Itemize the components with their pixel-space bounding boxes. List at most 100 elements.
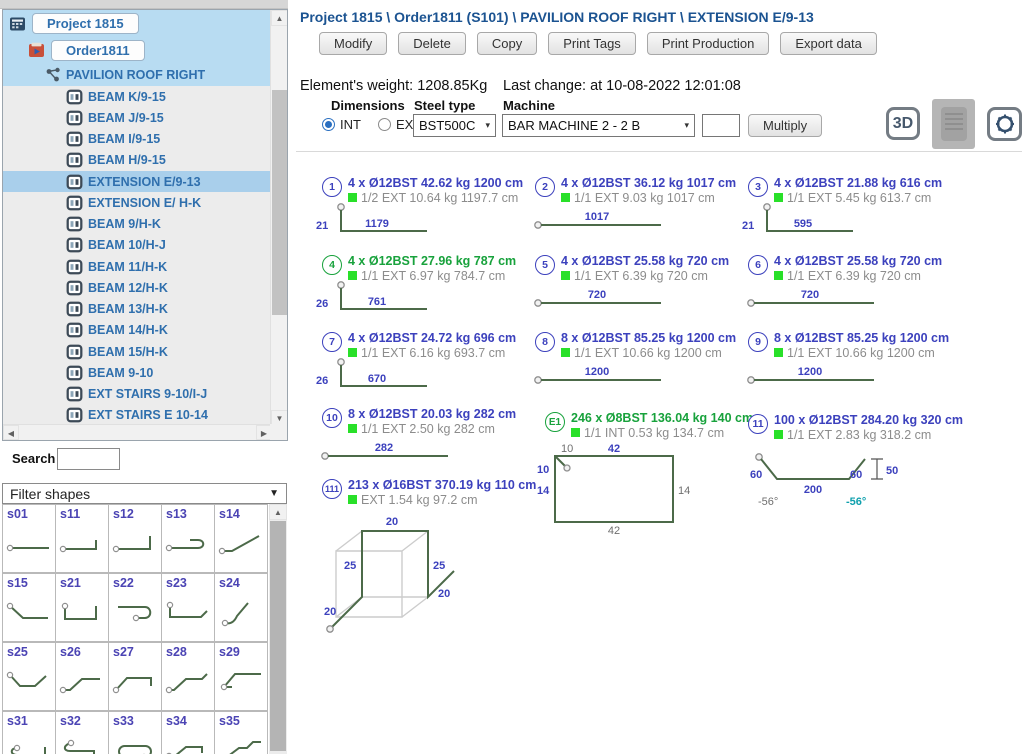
multiply-button[interactable]: Multiply — [748, 114, 822, 137]
bar-position-e1[interactable]: E1 246 x Ø8BST 136.04 kg 140 cm 1/1 INT … — [545, 411, 761, 536]
scroll-up-icon[interactable]: ▲ — [271, 10, 288, 26]
bar-shape-drawing: 10 10 42 14 14 42 — [535, 442, 693, 536]
shape-cell-s25[interactable]: s25 — [3, 642, 56, 711]
shape-cell-s11[interactable]: s11 — [56, 504, 109, 573]
shapes-vertical-scrollbar[interactable]: ▲ — [269, 504, 287, 754]
bar-position-8[interactable]: 8 8 x Ø12BST 85.25 kg 1200 cm 1/1 EXT 10… — [535, 331, 751, 388]
tree-item-beam-13-h-k[interactable]: BEAM 13/H-K — [3, 299, 287, 320]
position-badge: 5 — [535, 255, 555, 275]
settings-button[interactable] — [987, 107, 1022, 141]
bar-detail: 1/1 EXT 6.39 kg 720 cm — [774, 269, 964, 283]
int-radio-label: INT — [340, 117, 361, 132]
tree-item-ext-stairs-9-10[interactable]: EXT STAIRS 9-10/I-J — [3, 384, 287, 405]
print-production-button[interactable]: Print Production — [647, 32, 770, 55]
element-icon — [66, 386, 83, 402]
scrollbar-thumb[interactable] — [270, 521, 286, 751]
steel-type-select[interactable]: BST500C ▾ — [413, 114, 496, 137]
status-square-icon — [774, 271, 783, 280]
element-icon — [66, 344, 83, 360]
bar-position-9[interactable]: 9 8 x Ø12BST 85.25 kg 1200 cm 1/1 EXT 10… — [748, 331, 964, 388]
delete-button[interactable]: Delete — [398, 32, 466, 55]
tree-item-extension-e-9-13[interactable]: EXTENSION E/9-13 — [3, 171, 287, 192]
bar-shape-drawing: 282 — [320, 440, 455, 464]
bar-position-7[interactable]: 7 4 x Ø12BST 24.72 kg 696 cm 1/1 EXT 6.1… — [322, 331, 538, 395]
filter-shapes-dropdown[interactable]: Filter shapes ▼ — [2, 483, 287, 504]
shape-cell-s21[interactable]: s21 — [56, 573, 109, 642]
tree-item-beam-j-9-15[interactable]: BEAM J/9-15 — [3, 107, 287, 128]
export-data-button[interactable]: Export data — [780, 32, 877, 55]
bar-spec: 213 x Ø16BST 370.19 kg 110 cm — [348, 478, 538, 492]
tree-item-beam-14-h-k[interactable]: BEAM 14/H-K — [3, 320, 287, 341]
group-label: PAVILION ROOF RIGHT — [66, 68, 205, 82]
chevron-down-icon: ▾ — [679, 120, 689, 131]
bar-position-10[interactable]: 10 8 x Ø12BST 20.03 kg 282 cm 1/1 EXT 2.… — [322, 407, 538, 464]
tree-group-pavilion[interactable]: PAVILION ROOF RIGHT — [3, 63, 287, 86]
modify-button[interactable]: Modify — [319, 32, 387, 55]
status-square-icon — [348, 495, 357, 504]
bar-position-4[interactable]: 4 4 x Ø12BST 27.96 kg 787 cm 1/1 EXT 6.9… — [322, 254, 538, 318]
int-radio[interactable] — [322, 118, 335, 131]
shape-glyph-s27 — [111, 667, 159, 697]
shape-cell-s28[interactable]: s28 — [162, 642, 215, 711]
position-badge: 9 — [748, 332, 768, 352]
tree-item-extension-e-h-k[interactable]: EXTENSION E/ H-K — [3, 192, 287, 213]
tree-horizontal-scrollbar[interactable]: ◀ ▶ — [3, 424, 272, 440]
status-square-icon — [348, 348, 357, 357]
shape-cell-s13[interactable]: s13 — [162, 504, 215, 573]
order-node-button[interactable]: Order1811 — [51, 40, 145, 61]
bar-detail: EXT 1.54 kg 97.2 cm — [348, 493, 538, 507]
shape-cell-s15[interactable]: s15 — [3, 573, 56, 642]
bar-position-111[interactable]: 111 213 x Ø16BST 370.19 kg 110 cm EXT 1.… — [322, 478, 538, 641]
machine-select[interactable]: BAR MACHINE 2 - 2 B ▾ — [502, 114, 695, 137]
print-tags-button[interactable]: Print Tags — [548, 32, 636, 55]
view-3d-button[interactable]: 3D — [886, 107, 920, 140]
shape-cell-s22[interactable]: s22 — [109, 573, 162, 642]
svg-text:-56°: -56° — [758, 496, 778, 508]
search-input[interactable] — [57, 448, 120, 470]
tree-item-beam-i-9-15[interactable]: BEAM I/9-15 — [3, 129, 287, 150]
element-icon — [66, 152, 83, 168]
svg-text:26: 26 — [316, 298, 328, 310]
bar-position-5[interactable]: 5 4 x Ø12BST 25.58 kg 720 cm 1/1 EXT 6.3… — [535, 254, 751, 311]
copy-button[interactable]: Copy — [477, 32, 537, 55]
shape-cell-s33[interactable]: s33 — [109, 711, 162, 754]
tree-item-ext-stairs-e-10-14[interactable]: EXT STAIRS E 10-14 — [3, 405, 287, 426]
scroll-up-icon[interactable]: ▲ — [269, 504, 287, 520]
project-node-button[interactable]: Project 1815 — [32, 13, 139, 34]
bar-spec: 8 x Ø12BST 85.25 kg 1200 cm — [561, 331, 751, 345]
shape-cell-s34[interactable]: s34 — [162, 711, 215, 754]
bar-position-1[interactable]: 1 4 x Ø12BST 42.62 kg 1200 cm 1/2 EXT 10… — [322, 176, 538, 240]
tree-item-beam-15-h-k[interactable]: BEAM 15/H-K — [3, 341, 287, 362]
bar-shape-drawing: 21 1179 — [315, 202, 435, 240]
bar-position-11[interactable]: 11 100 x Ø12BST 284.20 kg 320 cm 1/1 EXT… — [748, 413, 964, 508]
shape-cell-s35[interactable]: s35 — [215, 711, 268, 754]
bar-position-2[interactable]: 2 4 x Ø12BST 36.12 kg 1017 cm 1/1 EXT 9.… — [535, 176, 751, 233]
tree-item-beam-11-h-k[interactable]: BEAM 11/H-K — [3, 256, 287, 277]
shape-cell-s01[interactable]: s01 — [3, 504, 56, 573]
tree-item-beam-9-h-k[interactable]: BEAM 9/H-K — [3, 214, 287, 235]
shape-cell-s26[interactable]: s26 — [56, 642, 109, 711]
tree-vertical-scrollbar[interactable]: ▲ ▼ — [270, 10, 287, 426]
shape-cell-s27[interactable]: s27 — [109, 642, 162, 711]
shape-cell-s31[interactable]: s31 — [3, 711, 56, 754]
tree-item-beam-h-9-15[interactable]: BEAM H/9-15 — [3, 150, 287, 171]
breadcrumb[interactable]: Project 1815 \ Order1811 (S101) \ PAVILI… — [300, 9, 814, 25]
tree-item-beam-10-h-j[interactable]: BEAM 10/H-J — [3, 235, 287, 256]
tree-item-beam-k-9-15[interactable]: BEAM K/9-15 — [3, 86, 287, 107]
shape-cell-s24[interactable]: s24 — [215, 573, 268, 642]
shape-cell-s29[interactable]: s29 — [215, 642, 268, 711]
bar-shape-drawing: 26 761 — [315, 280, 435, 318]
shape-cell-s32[interactable]: s32 — [56, 711, 109, 754]
bar-position-3[interactable]: 3 4 x Ø12BST 21.88 kg 616 cm 1/1 EXT 5.4… — [748, 176, 964, 240]
shape-cell-s23[interactable]: s23 — [162, 573, 215, 642]
bar-shape-drawing: 720 — [746, 287, 881, 311]
multiply-input[interactable] — [702, 114, 740, 137]
ext-radio[interactable] — [378, 118, 391, 131]
shape-cell-s14[interactable]: s14 — [215, 504, 268, 573]
tree-item-beam-12-h-k[interactable]: BEAM 12/H-K — [3, 277, 287, 298]
bar-position-6[interactable]: 6 4 x Ø12BST 25.58 kg 720 cm 1/1 EXT 6.3… — [748, 254, 964, 311]
tree-item-beam-9-10[interactable]: BEAM 9-10 — [3, 362, 287, 383]
scroll-left-icon[interactable]: ◀ — [3, 425, 19, 440]
shape-cell-s12[interactable]: s12 — [109, 504, 162, 573]
scrollbar-thumb[interactable] — [272, 90, 287, 315]
